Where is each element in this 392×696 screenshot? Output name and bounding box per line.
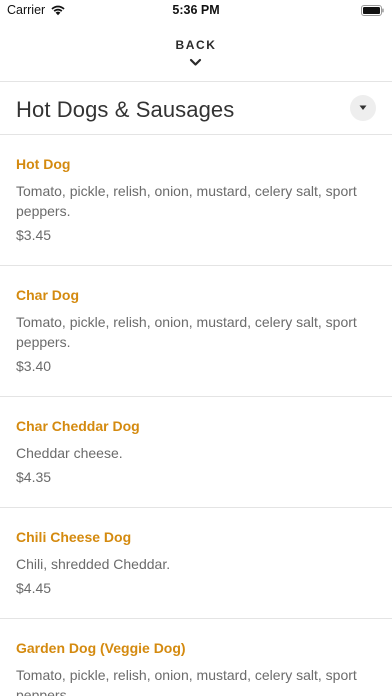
status-bar: Carrier 5:36 PM <box>0 0 392 22</box>
menu-item-price: $4.35 <box>16 469 52 485</box>
menu-item-description: Tomato, pickle, relish, onion, mustard, … <box>16 314 357 350</box>
back-button[interactable]: BACK <box>0 22 392 82</box>
menu-item-description: Tomato, pickle, relish, onion, mustard, … <box>16 667 357 696</box>
status-time: 5:36 PM <box>172 3 220 17</box>
back-label: BACK <box>175 38 217 52</box>
menu-item-description: Tomato, pickle, relish, onion, mustard, … <box>16 183 357 219</box>
menu-item[interactable]: Char Cheddar Dog Cheddar cheese. $4.35 <box>0 397 392 508</box>
menu-item-price: $4.45 <box>16 580 52 596</box>
menu-item-name: Char Dog <box>16 287 79 303</box>
menu-item-name: Chili Cheese Dog <box>16 529 132 545</box>
menu-item-name: Char Cheddar Dog <box>16 418 140 434</box>
menu-item[interactable]: Hot Dog Tomato, pickle, relish, onion, m… <box>0 135 392 266</box>
menu-item-name: Garden Dog (Veggie Dog) <box>16 640 186 656</box>
menu-item[interactable]: Chili Cheese Dog Chili, shredded Cheddar… <box>0 508 392 619</box>
menu-item-description: Chili, shredded Cheddar. <box>16 556 171 572</box>
caret-down-icon <box>359 105 367 110</box>
category-header: Hot Dogs & Sausages <box>0 82 392 135</box>
menu-screen: Carrier 5:36 PM BACK Hot Dogs & Sausages <box>0 0 392 696</box>
battery-icon <box>361 5 384 16</box>
menu-item-list: Hot Dog Tomato, pickle, relish, onion, m… <box>0 135 392 696</box>
menu-item[interactable]: Char Dog Tomato, pickle, relish, onion, … <box>0 266 392 397</box>
menu-item-name: Hot Dog <box>16 156 71 172</box>
category-title: Hot Dogs & Sausages <box>16 97 235 122</box>
category-dropdown-button[interactable] <box>350 95 376 121</box>
menu-item-price: $3.45 <box>16 227 52 243</box>
menu-item-price: $3.40 <box>16 358 52 374</box>
menu-item[interactable]: Garden Dog (Veggie Dog) Tomato, pickle, … <box>0 619 392 696</box>
menu-item-description: Cheddar cheese. <box>16 445 123 461</box>
chevron-down-icon <box>189 58 202 66</box>
